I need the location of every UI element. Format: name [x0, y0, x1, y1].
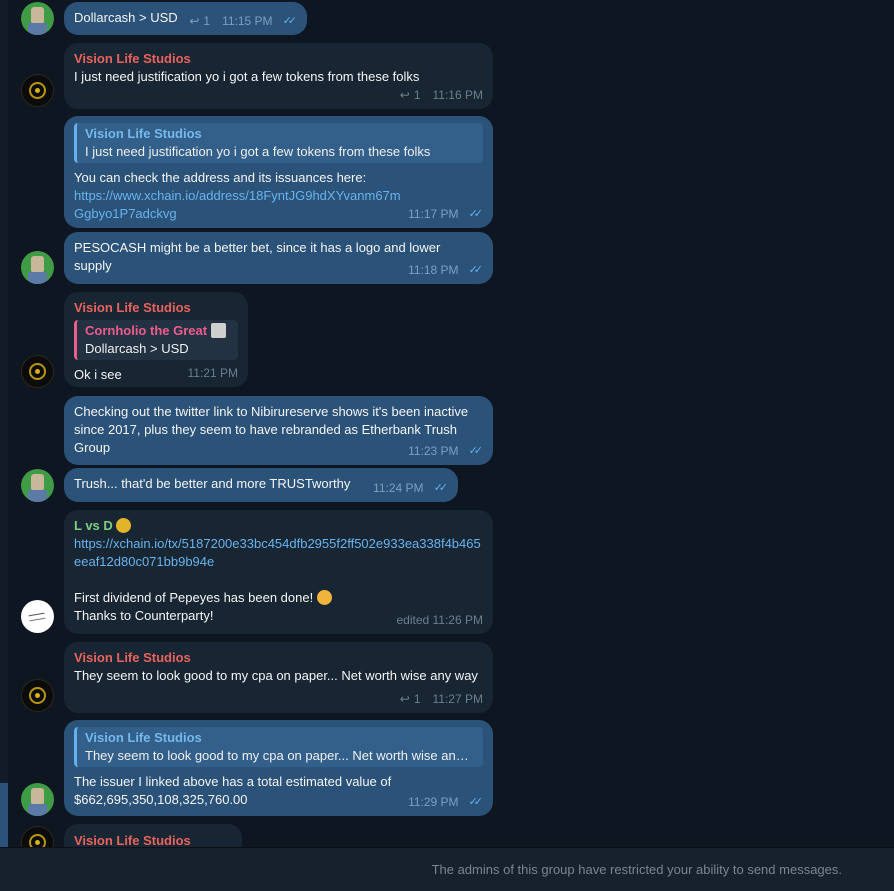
double-check-icon: ✓✓ — [468, 796, 484, 808]
reply-count: 1 — [413, 88, 421, 102]
message-bubble[interactable]: Checking out the twitter link to Nibirur… — [64, 396, 493, 465]
message-edited-time: edited 11:26 PM — [396, 613, 483, 627]
message-bubble[interactable]: Vision Life Studios — [64, 824, 242, 847]
message-bubble[interactable]: Trush... that'd be better and more TRUST… — [64, 468, 458, 502]
smiling-face-emoji-icon — [316, 590, 332, 605]
sender-name[interactable]: Vision Life Studios — [74, 832, 232, 847]
message-text: They seem to look good to my cpa on pape… — [74, 668, 478, 683]
quote-sender: Vision Life Studios — [85, 730, 202, 745]
message-time: 11:27 PM — [432, 692, 483, 706]
message-meta: 11:29 PM ✓✓ — [408, 793, 483, 811]
quote-sender: Vision Life Studios — [85, 126, 202, 141]
reply-count: 1 — [413, 692, 421, 706]
double-check-icon: ✓✓ — [468, 264, 484, 276]
message-bubble[interactable]: Vision Life Studios I just need justific… — [64, 116, 493, 228]
message-text: First dividend of Pepeyes has been done! — [74, 590, 314, 605]
message-time: 11:15 PM — [222, 14, 273, 28]
reply-count: 1 — [203, 14, 211, 28]
message-time: 11:16 PM — [432, 88, 483, 102]
message-meta: 11:21 PM — [188, 364, 238, 382]
message-meta: ↩ 1 11:16 PM — [400, 86, 483, 104]
message-meta: ↩ 1 11:27 PM — [400, 690, 483, 708]
message-time: 11:24 PM — [373, 481, 424, 495]
reply-quote[interactable]: Vision Life Studios I just need justific… — [74, 123, 483, 163]
avatar-cornholio[interactable] — [21, 783, 54, 816]
input-restricted-bar: The admins of this group have restricted… — [0, 847, 894, 891]
message-time: 11:29 PM — [408, 795, 459, 809]
message-text: The issuer I linked above has a total es… — [74, 774, 395, 807]
avatar-cornholio[interactable] — [21, 251, 54, 284]
message-bubble[interactable]: Vision Life Studios Cornholio the Great … — [64, 292, 248, 387]
message-time: 11:21 PM — [187, 366, 238, 380]
message-meta: edited 11:26 PM — [396, 611, 483, 629]
message-meta: 11:18 PM ✓✓ — [408, 261, 483, 279]
restricted-notice: The admins of this group have restricted… — [431, 862, 842, 877]
message-meta: 11:23 PM ✓✓ — [408, 442, 483, 460]
reply-quote[interactable]: Cornholio the Great Dollarcash > USD — [74, 320, 238, 360]
quote-text: Dollarcash > USD — [85, 341, 189, 356]
double-check-icon: ✓✓ — [433, 482, 449, 494]
reply-quote[interactable]: Vision Life Studios They seem to look go… — [74, 727, 483, 767]
sender-name[interactable]: Vision Life Studios — [74, 649, 483, 667]
reply-icon[interactable]: ↩ — [189, 12, 199, 30]
message-link[interactable]: https://www.xchain.io/address/18FyntJG9h… — [74, 187, 404, 223]
panel-highlight — [0, 783, 8, 847]
double-check-icon: ✓✓ — [468, 208, 484, 220]
sender-name[interactable]: Vision Life Studios — [74, 299, 238, 317]
music-notes-emoji-icon — [116, 518, 132, 533]
message-link[interactable]: https://xchain.io/tx/5187200e33bc454dfb2… — [74, 535, 482, 571]
quote-sender: Cornholio the Great — [85, 323, 208, 338]
message-bubble[interactable]: Vision Life Studios I just need justific… — [64, 43, 493, 109]
left-panel-edge — [0, 0, 8, 847]
message-bubble[interactable]: Vision Life Studios They seem to look go… — [64, 720, 493, 816]
message-text: I just need justification yo i got a few… — [74, 69, 420, 84]
avatar-vision-life-studios[interactable] — [21, 826, 54, 847]
avatar-vision-life-studios[interactable] — [21, 679, 54, 712]
message-time: 11:17 PM — [408, 207, 459, 221]
message-bubble[interactable]: L vs D https://xchain.io/tx/5187200e33bc… — [64, 510, 493, 634]
avatar-l-vs-d[interactable] — [21, 600, 54, 633]
message-bubble[interactable]: Dollarcash > USD ↩ 1 11:15 PM ✓✓ — [64, 2, 307, 35]
reply-icon[interactable]: ↩ — [400, 690, 410, 708]
sender-name[interactable]: Vision Life Studios — [74, 50, 483, 68]
quote-text: I just need justification yo i got a few… — [85, 144, 431, 159]
message-bubble[interactable]: PESOCASH might be a better bet, since it… — [64, 232, 493, 284]
sender-name[interactable]: L vs D — [74, 518, 113, 533]
avatar-vision-life-studios[interactable] — [21, 74, 54, 107]
message-meta: 11:17 PM ✓✓ — [408, 205, 483, 223]
message-text: PESOCASH might be a better bet, since it… — [74, 240, 444, 273]
avatar-cornholio[interactable] — [21, 2, 54, 35]
avatar-cornholio[interactable] — [21, 469, 54, 502]
chat-history[interactable]: Dollarcash > USD ↩ 1 11:15 PM ✓✓ Vision … — [0, 0, 894, 847]
cube-emoji-icon — [210, 323, 226, 338]
double-check-icon: ✓✓ — [468, 445, 484, 457]
message-meta: ↩ 1 11:15 PM ✓✓ — [189, 12, 297, 30]
message-time: 11:23 PM — [408, 444, 459, 458]
message-text: You can check the address and its issuan… — [74, 170, 367, 185]
reply-icon[interactable]: ↩ — [400, 86, 410, 104]
avatar-vision-life-studios[interactable] — [21, 355, 54, 388]
message-bubble[interactable]: Vision Life Studios They seem to look go… — [64, 642, 493, 713]
message-meta: 11:24 PM ✓✓ — [373, 479, 448, 497]
quote-text: They seem to look good to my cpa on pape… — [85, 748, 475, 763]
double-check-icon: ✓✓ — [282, 15, 298, 27]
message-time: 11:18 PM — [408, 263, 459, 277]
